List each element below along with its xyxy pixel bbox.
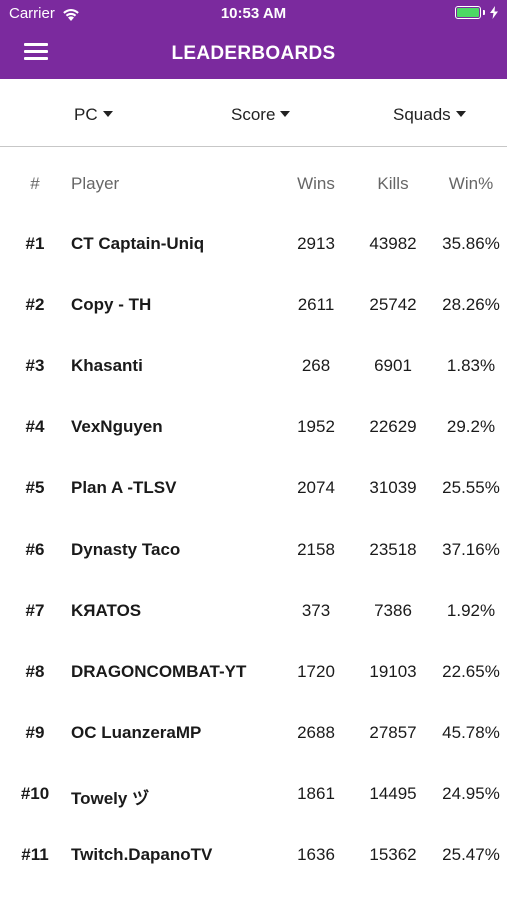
winpct-cell: 24.95%: [442, 783, 500, 803]
wins-cell: 2688: [297, 722, 335, 742]
column-header-kills: Kills: [377, 174, 409, 193]
status-bar: Carrier 10:53 AM: [0, 0, 507, 28]
winpct-cell: 22.65%: [442, 661, 500, 681]
kills-cell: 7386: [374, 600, 412, 620]
table-row[interactable]: #2 Copy - TH 2611 25742 28.26%: [0, 295, 507, 356]
battery-body: [455, 6, 481, 19]
mode-dropdown-label: Squads: [393, 105, 451, 124]
player-name: OC LuanzeraMP: [71, 722, 202, 742]
winpct-cell: 28.26%: [442, 295, 500, 315]
winpct-cell: 1.92%: [446, 600, 496, 620]
player-name: CT Captain-Uniq: [71, 234, 205, 253]
player-name: Copy - TH: [71, 295, 152, 315]
table-row[interactable]: #10 Towely ヅ 1861 14495 24.95%: [0, 784, 507, 845]
charging-bolt-icon: [490, 6, 498, 19]
rank-cell: #9: [25, 722, 45, 742]
rank-cell: #11: [21, 845, 49, 864]
table-row[interactable]: #6 Dynasty Taco 2158 23518 37.16%: [0, 540, 507, 601]
wins-cell: 1952: [297, 417, 335, 437]
stat-dropdown[interactable]: Score: [231, 105, 291, 125]
rank-cell: #6: [25, 539, 45, 559]
wins-cell: 2158: [297, 539, 335, 559]
status-time: 10:53 AM: [220, 5, 287, 22]
kills-cell: 23518: [369, 539, 417, 559]
column-header-winpct: Win%: [448, 174, 494, 193]
table-row[interactable]: #3 Khasanti 268 6901 1.83%: [0, 356, 507, 417]
kills-cell: 19103: [369, 661, 417, 681]
column-header-player: Player: [71, 174, 120, 193]
battery-level-fill: [457, 8, 479, 17]
table-row[interactable]: #7 KЯATOS 373 7386 1.92%: [0, 601, 507, 662]
kills-cell: 14495: [369, 783, 417, 803]
table-row[interactable]: #4 VexNguyen 1952 22629 29.2%: [0, 417, 507, 478]
winpct-cell: 35.86%: [442, 234, 500, 253]
platform-dropdown-label: PC: [74, 105, 98, 124]
rank-cell: #10: [20, 783, 50, 803]
kills-cell: 43982: [369, 234, 417, 253]
kills-cell: 31039: [369, 478, 417, 498]
player-name: VexNguyen: [71, 417, 163, 437]
rank-cell: #2: [25, 295, 45, 315]
winpct-cell: 37.16%: [442, 539, 500, 559]
mode-dropdown[interactable]: Squads: [393, 105, 466, 125]
wins-cell: 268: [301, 356, 331, 376]
battery-icon: [455, 6, 499, 19]
table-row[interactable]: #5 Plan A -TLSV 2074 31039 25.55%: [0, 478, 507, 539]
rank-cell: #8: [25, 661, 45, 681]
caret-down-icon: [102, 111, 113, 117]
player-name: DRAGONCOMBAT-YT: [71, 661, 247, 681]
winpct-cell: 29.2%: [446, 417, 496, 437]
player-name: KЯATOS: [71, 600, 142, 620]
wins-cell: 1720: [297, 661, 335, 681]
rank-cell: #1: [25, 234, 45, 253]
nav-bar: LEADERBOARDS: [0, 28, 507, 79]
kills-cell: 15362: [369, 845, 417, 864]
kills-cell: 6901: [374, 356, 412, 376]
page-title: LEADERBOARDS: [171, 43, 336, 64]
wins-cell: 2611: [297, 295, 335, 315]
wins-cell: 2074: [297, 478, 335, 498]
column-header-wins: Wins: [297, 174, 335, 193]
battery-tip: [483, 10, 485, 15]
wins-cell: 1861: [297, 783, 335, 803]
table-row[interactable]: #11 Twitch.DapanoTV 1636 15362 25.47%: [0, 845, 507, 900]
column-header-rank: #: [30, 174, 40, 193]
winpct-cell: 25.47%: [442, 845, 500, 864]
stat-dropdown-label: Score: [231, 105, 276, 124]
wins-cell: 1636: [297, 845, 335, 864]
player-name: Khasanti: [71, 356, 143, 376]
kills-cell: 25742: [369, 295, 417, 315]
caret-down-icon: [455, 111, 466, 117]
rank-cell: #3: [25, 356, 45, 376]
wins-cell: 2913: [297, 234, 335, 253]
wins-cell: 373: [301, 600, 331, 620]
winpct-cell: 1.83%: [446, 356, 496, 376]
table-row[interactable]: #9 OC LuanzeraMP 2688 27857 45.78%: [0, 723, 507, 784]
player-name: Dynasty Taco: [71, 539, 181, 559]
filter-bar: PC Score Squads: [0, 79, 507, 147]
app-header: Carrier 10:53 AM LEADERBOARDS: [0, 0, 507, 79]
player-name: Twitch.DapanoTV: [71, 845, 213, 864]
player-name: Plan A -TLSV: [71, 478, 177, 498]
caret-down-icon: [280, 111, 291, 117]
kills-cell: 22629: [369, 417, 417, 437]
winpct-cell: 25.55%: [442, 478, 500, 498]
table-row[interactable]: #8 DRAGONCOMBAT-YT 1720 19103 22.65%: [0, 662, 507, 723]
platform-dropdown[interactable]: PC: [74, 105, 113, 125]
kills-cell: 27857: [369, 722, 417, 742]
table-row[interactable]: #1 CT Captain-Uniq 2913 43982 35.86%: [0, 234, 507, 295]
rank-cell: #4: [25, 417, 45, 437]
player-name: Towely ヅ: [71, 788, 150, 808]
rank-cell: #5: [25, 478, 45, 498]
rank-cell: #7: [25, 600, 45, 620]
winpct-cell: 45.78%: [442, 722, 500, 742]
